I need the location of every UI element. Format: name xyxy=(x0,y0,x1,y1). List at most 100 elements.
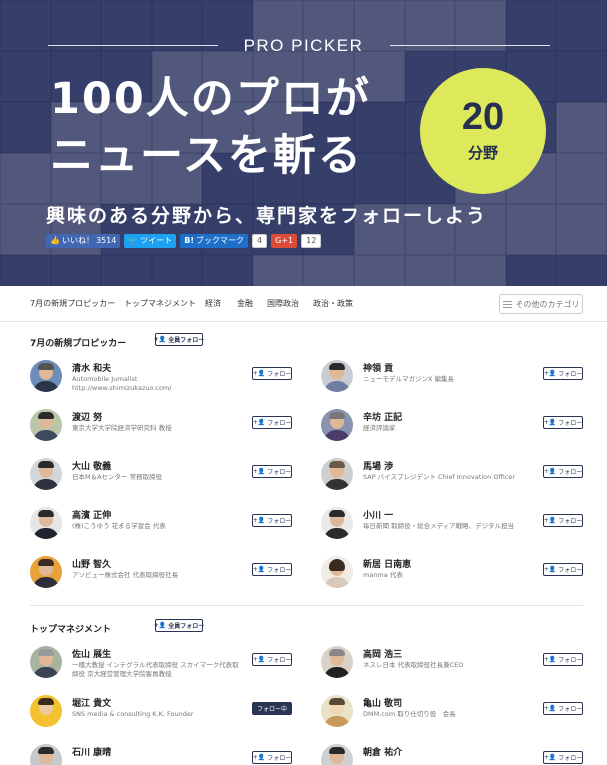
picker-name[interactable]: 堀江 貴文 xyxy=(72,696,111,709)
following-label: フォロー中 xyxy=(256,706,287,713)
picker-name[interactable]: 小川 一 xyxy=(363,508,393,521)
section-divider xyxy=(30,605,583,606)
nav-item-finance[interactable]: 金融 xyxy=(237,298,253,309)
hatena-bookmark-button[interactable]: B! ブックマーク xyxy=(180,234,249,248)
add-person-icon: +👤 xyxy=(543,467,557,475)
avatar[interactable] xyxy=(30,556,62,588)
menu-icon xyxy=(502,300,512,308)
picker-name[interactable]: 朝倉 祐介 xyxy=(363,745,402,758)
follow-button[interactable]: +👤 フォロー xyxy=(543,653,583,666)
avatar[interactable] xyxy=(30,695,62,727)
follow-button[interactable]: +👤 フォロー xyxy=(543,702,583,715)
follow-button[interactable]: +👤 フォロー xyxy=(543,514,583,527)
headline-line-2: ニュースを斬る xyxy=(50,131,363,181)
picker-card: 渡辺 努 東京大学大学院経済学研究科 教授 +👤 フォロー xyxy=(30,409,294,449)
picker-description: アソビュー株式会社 代表取締役社長 xyxy=(72,571,179,579)
avatar[interactable] xyxy=(321,360,353,392)
tweet-button[interactable]: 🐦 ツイート xyxy=(124,234,177,248)
follow-all-label: 全員フォロー xyxy=(168,337,205,344)
add-person-icon: +👤 xyxy=(543,704,557,712)
follow-button[interactable]: +👤 フォロー xyxy=(252,416,292,429)
follow-label: フォロー xyxy=(558,706,583,713)
thumbs-up-icon: 👍 xyxy=(50,236,60,245)
add-person-icon: +👤 xyxy=(252,418,266,426)
avatar[interactable] xyxy=(30,507,62,539)
picker-description: 一橋大教授 インテグラル代表取締役 スカイマーク代表取締役 京大経営管理大学院客… xyxy=(72,661,239,678)
nav-item-top-management[interactable]: トップマネジメント xyxy=(124,298,196,309)
nav-item-politics-policy[interactable]: 政治・政策 xyxy=(313,298,353,309)
add-person-icon: +👤 xyxy=(252,753,266,761)
google-plus-button[interactable]: G+1 xyxy=(271,234,298,248)
follow-button[interactable]: +👤 フォロー xyxy=(252,751,292,764)
avatar[interactable] xyxy=(30,744,62,765)
picker-name[interactable]: 亀山 敬司 xyxy=(363,696,402,709)
badge-number: 20 xyxy=(461,96,505,138)
add-person-icon: +👤 xyxy=(543,753,557,761)
picker-description: 東京大学大学院経済学研究科 教授 xyxy=(72,424,172,432)
picker-name[interactable]: 佐山 展生 xyxy=(72,647,111,660)
avatar[interactable] xyxy=(321,695,353,727)
avatar[interactable] xyxy=(30,646,62,678)
avatar[interactable] xyxy=(321,507,353,539)
picker-name[interactable]: 辛坊 正記 xyxy=(363,410,402,423)
avatar[interactable] xyxy=(321,556,353,588)
picker-card: 佐山 展生 一橋大教授 インテグラル代表取締役 スカイマーク代表取締役 京大経営… xyxy=(30,646,294,686)
avatar[interactable] xyxy=(30,360,62,392)
picker-card: 辛坊 正記 経済評論家 +👤 フォロー xyxy=(321,409,585,449)
picker-name[interactable]: 神領 貢 xyxy=(363,361,393,374)
picker-name[interactable]: 馬場 渉 xyxy=(363,459,393,472)
picker-card: 神領 貢 ニューモデルマガジンX 編集長 +👤 フォロー xyxy=(321,360,585,400)
picker-name[interactable]: 石川 康晴 xyxy=(72,745,111,758)
follow-button[interactable]: +👤 フォロー xyxy=(543,751,583,764)
other-categories-label: その他のカテゴリ xyxy=(515,299,580,309)
facebook-like-button[interactable]: 👍 いいね！ 3514 xyxy=(46,234,121,248)
follow-button[interactable]: +👤 フォロー xyxy=(543,465,583,478)
nav-item-new-pickers[interactable]: 7月の新規プロピッカー xyxy=(30,298,115,309)
follow-label: フォロー xyxy=(558,518,583,525)
picker-card: 清水 和夫 Automobile Jurnalist http://www.sh… xyxy=(30,360,294,400)
avatar[interactable] xyxy=(30,409,62,441)
follow-button[interactable]: +👤 フォロー xyxy=(252,367,292,380)
picker-name[interactable]: 大山 敬義 xyxy=(72,459,111,472)
section-title-new-pickers: 7月の新規プロピッカー xyxy=(30,339,127,349)
section-title-top-management: トップマネジメント xyxy=(30,625,112,635)
picker-description: SAP バイスプレジデント Chief Innovation Officer xyxy=(363,473,515,481)
follow-button[interactable]: +👤 フォロー xyxy=(252,563,292,576)
gplus-count: 12 xyxy=(301,234,322,248)
picker-card: 小川 一 毎日新聞 取締役・総合メディア戦略、デジタル担当 +👤 フォロー xyxy=(321,507,585,547)
add-person-icon: +👤 xyxy=(252,516,266,524)
picker-name[interactable]: 高岡 浩三 xyxy=(363,647,402,660)
picker-name[interactable]: 高濱 正伸 xyxy=(72,508,111,521)
add-person-icon: +👤 xyxy=(543,565,557,573)
follow-button[interactable]: +👤 フォロー xyxy=(252,465,292,478)
picker-name[interactable]: 新居 日南恵 xyxy=(363,557,411,570)
avatar[interactable] xyxy=(30,458,62,490)
follow-all-button[interactable]: +👤 全員フォロー xyxy=(153,333,205,346)
following-button[interactable]: フォロー中 xyxy=(252,702,292,715)
other-categories-button[interactable]: その他のカテゴリ xyxy=(499,294,583,314)
picker-name[interactable]: 山野 智久 xyxy=(72,557,111,570)
follow-button[interactable]: +👤 フォロー xyxy=(252,653,292,666)
nav-item-international-politics[interactable]: 国際政治 xyxy=(267,298,299,309)
avatar[interactable] xyxy=(321,744,353,765)
follow-button[interactable]: +👤 フォロー xyxy=(252,514,292,527)
follow-button[interactable]: +👤 フォロー xyxy=(543,416,583,429)
add-person-icon: +👤 xyxy=(543,655,557,663)
follow-label: フォロー xyxy=(267,657,292,664)
follow-label: フォロー xyxy=(267,567,292,574)
avatar[interactable] xyxy=(321,409,353,441)
avatar[interactable] xyxy=(321,458,353,490)
picker-description: ネスレ日本 代表取締役社長兼CEO xyxy=(363,661,464,669)
follow-label: フォロー xyxy=(267,371,292,378)
like-count: 3514 xyxy=(95,236,117,245)
follow-label: フォロー xyxy=(267,755,292,762)
avatar[interactable] xyxy=(321,646,353,678)
picker-card: 高濱 正伸 (株)こうゆう 花まる学習会 代表 +👤 フォロー xyxy=(30,507,294,547)
picker-name[interactable]: 清水 和夫 xyxy=(72,361,111,374)
follow-button[interactable]: +👤 フォロー xyxy=(543,367,583,380)
follow-all-button[interactable]: +👤 全員フォロー xyxy=(154,619,204,632)
add-person-icon: +👤 xyxy=(153,335,167,343)
nav-item-economy[interactable]: 経済 xyxy=(205,298,221,309)
picker-name[interactable]: 渡辺 努 xyxy=(72,410,102,423)
follow-button[interactable]: +👤 フォロー xyxy=(543,563,583,576)
